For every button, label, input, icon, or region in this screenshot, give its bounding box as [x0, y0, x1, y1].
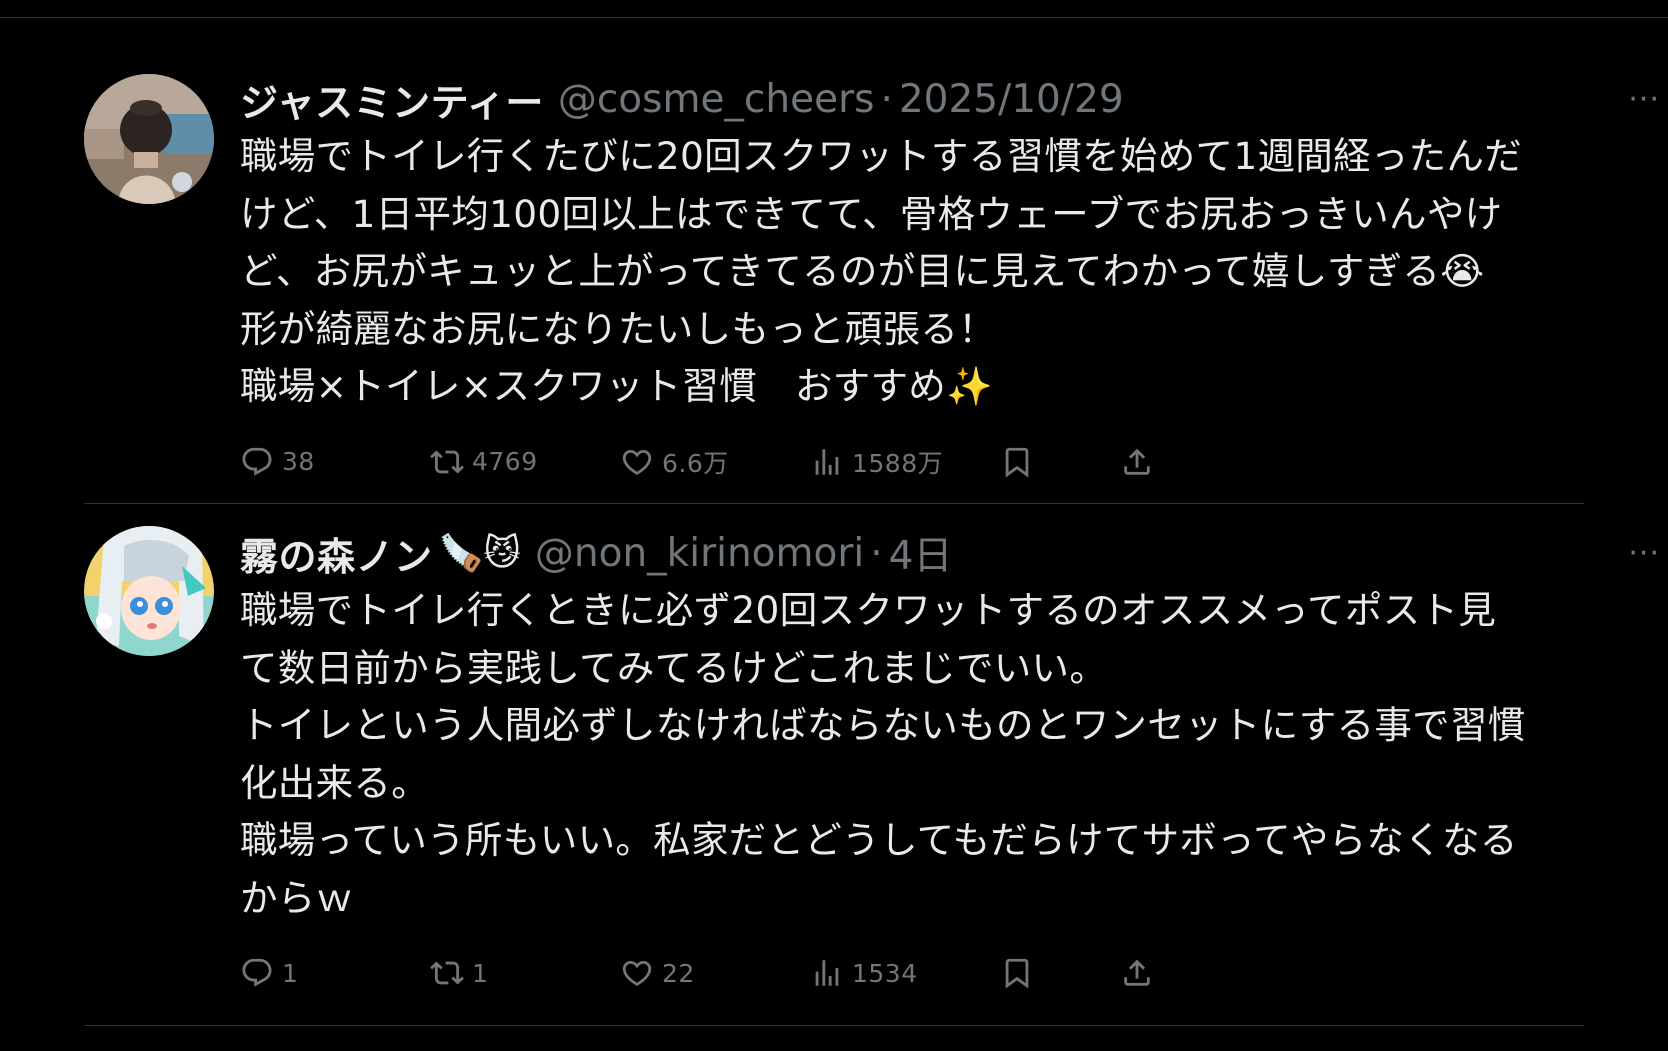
repost-icon [430, 449, 464, 474]
bookmark-button[interactable] [1000, 438, 1034, 486]
views-button[interactable]: 1534 [810, 949, 918, 997]
avatar-image [84, 74, 214, 204]
like-count: 22 [662, 958, 695, 988]
more-options-label: ··· [1628, 535, 1660, 571]
post-date[interactable]: 2025/10/29 [899, 77, 1124, 122]
heart-icon [622, 960, 652, 986]
reply-count: 38 [282, 447, 315, 476]
post[interactable]: 霧の森ノン 🪚😼 @non_kirinomori · 4日 ··· 職場でトイレ… [84, 504, 1659, 1026]
post-text-line: 職場っていう所もいい。私家だとどうしてもだらけてサボってやらなくなる [240, 818, 1518, 862]
post-text-line: 化出来る。 [240, 760, 429, 805]
bookmark-icon [1005, 958, 1029, 989]
reply-icon [242, 958, 272, 987]
post-content: ジャスミンティー @cosme_cheers · 2025/10/29 ··· … [240, 72, 1664, 486]
separator-dot: · [870, 530, 883, 576]
post-text: 職場でトイレ行くときに必ず20回スクワットするのオススメってポスト見 て数日前か… [240, 582, 1664, 927]
views-count: 1534 [852, 958, 918, 988]
post-content: 霧の森ノン 🪚😼 @non_kirinomori · 4日 ··· 職場でトイレ… [240, 526, 1664, 997]
name-emojis: 🪚😼 [438, 533, 521, 574]
post-text-line: からｗ [240, 875, 354, 920]
more-options-icon[interactable]: ··· [1628, 72, 1660, 126]
post[interactable]: ジャスミンティー @cosme_cheers · 2025/10/29 ··· … [84, 18, 1659, 504]
display-name[interactable]: ジャスミンティー [240, 72, 544, 127]
views-chart-icon [815, 448, 839, 475]
post-date[interactable]: 4日 [889, 525, 953, 581]
user-handle[interactable]: @non_kirinomori [535, 531, 864, 576]
repost-count: 4769 [472, 447, 538, 476]
repost-button[interactable]: 1 [430, 949, 488, 997]
bookmark-button[interactable] [1000, 949, 1034, 997]
repost-icon [430, 961, 464, 985]
like-button[interactable]: 22 [620, 949, 695, 997]
avatar[interactable] [84, 74, 214, 204]
post-text: 職場でトイレ行くたびに20回スクワットする習慣を始めて1週間経ったんだ けど、1… [240, 128, 1664, 416]
more-options-label: ··· [1628, 81, 1660, 117]
share-button[interactable] [1120, 438, 1154, 486]
reply-button[interactable]: 1 [240, 949, 298, 997]
avatar[interactable] [84, 526, 214, 656]
bookmark-icon [1005, 447, 1029, 477]
views-button[interactable]: 1588万 [810, 438, 943, 486]
repost-count: 1 [472, 958, 489, 988]
reply-button[interactable]: 38 [240, 438, 315, 486]
like-count: 6.6万 [662, 448, 729, 478]
timeline: ジャスミンティー @cosme_cheers · 2025/10/29 ··· … [84, 18, 1659, 1026]
views-count: 1588万 [852, 448, 944, 478]
views-chart-icon [815, 960, 839, 986]
action-bar: 38 4769 6.6万 1588万 [240, 438, 1664, 486]
user-handle[interactable]: @cosme_cheers [558, 77, 875, 122]
action-bar: 1 1 22 1534 [240, 949, 1664, 997]
reply-icon [242, 447, 272, 476]
separator-dot: · [880, 76, 893, 122]
more-options-icon[interactable]: ··· [1628, 526, 1660, 580]
share-icon [1124, 448, 1150, 475]
post-text-line: 職場でトイレ行くときに必ず20回スクワットするのオススメってポスト見 [240, 588, 1497, 632]
post-text-line: て数日前から実践してみてるけどこれまじでいい。 [240, 645, 1108, 690]
post-header: 霧の森ノン 🪚😼 @non_kirinomori · 4日 ··· [240, 526, 1664, 580]
post-text-line: 職場でトイレ行くたびに20回スクワットする習慣を始めて1週間経ったんだ [240, 134, 1523, 178]
share-icon [1124, 959, 1150, 986]
post-text-line: ど、お尻がキュッと上がってきてるのが目に見えてわかって嬉しすぎる😭 [240, 249, 1485, 293]
avatar-image [84, 526, 214, 656]
repost-button[interactable]: 4769 [430, 438, 538, 486]
top-divider [0, 0, 1668, 18]
heart-icon [622, 449, 652, 475]
post-text-line: 職場×トイレ×スクワット習慣 おすすめ✨ [240, 364, 994, 408]
share-button[interactable] [1120, 949, 1154, 997]
post-text-line: けど、1日平均100回以上はできてて、骨格ウェーブでお尻おっきいんやけ [240, 191, 1503, 236]
reply-count: 1 [282, 958, 299, 988]
post-text-line: トイレという人間必ずしなければならないものとワンセットにする事で習慣 [240, 703, 1526, 747]
post-header: ジャスミンティー @cosme_cheers · 2025/10/29 ··· [240, 72, 1664, 126]
post-text-line: 形が綺麗なお尻になりたいしもっと頑張る！ [240, 306, 996, 351]
like-button[interactable]: 6.6万 [620, 438, 729, 486]
display-name[interactable]: 霧の森ノン [240, 526, 433, 581]
